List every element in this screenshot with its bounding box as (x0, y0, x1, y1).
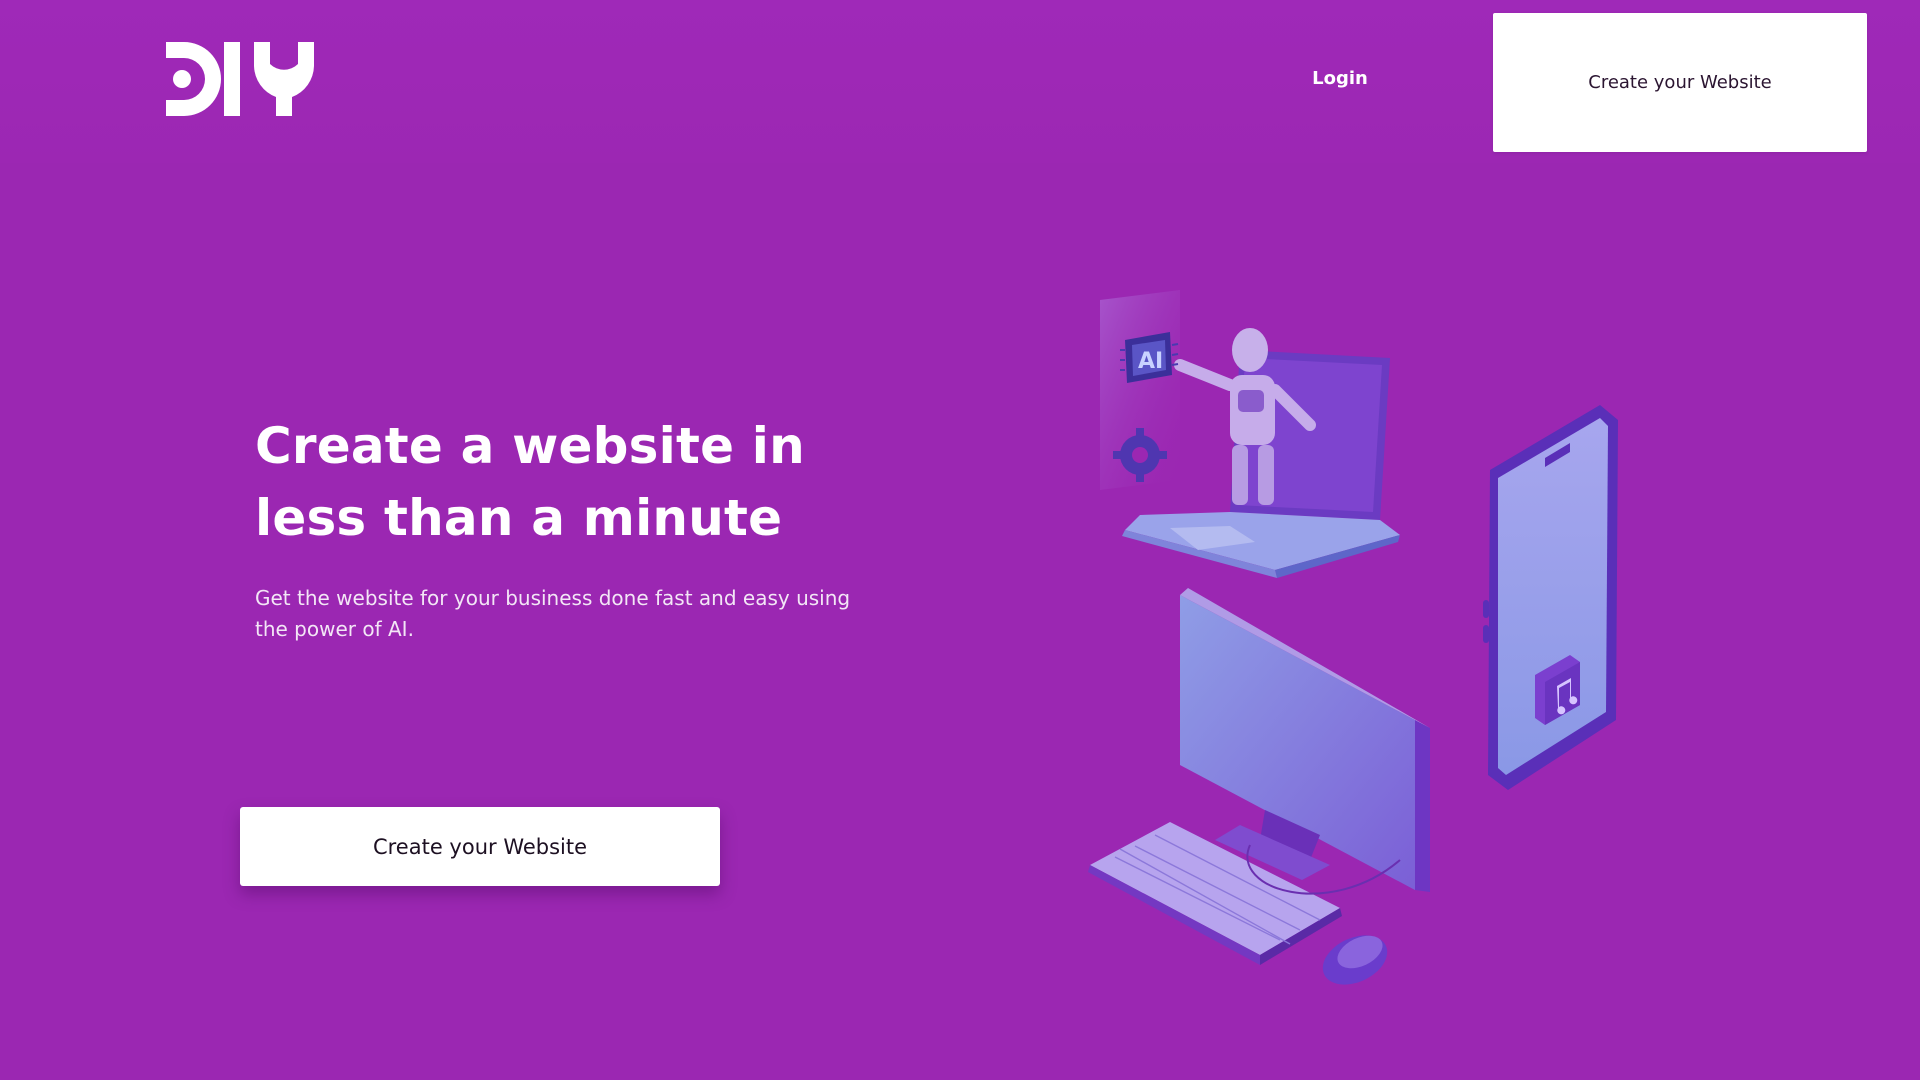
hero-subtitle: Get the website for your business done f… (255, 586, 851, 641)
devices-illustration: AI (1088, 290, 1618, 985)
site-header: Login Create your Website (0, 0, 1920, 163)
logo-mark-icon (166, 42, 314, 116)
header-create-website-button[interactable]: Create your Website (1493, 13, 1867, 152)
login-link[interactable]: Login (1290, 68, 1390, 89)
hero-illustration: AI (1080, 280, 1700, 1000)
diy-logo[interactable] (166, 42, 314, 116)
chip-label: AI (1138, 349, 1163, 374)
phone-icon (1483, 405, 1618, 790)
hero-title: Create a website in less than a minute (255, 417, 805, 547)
chip-icon: AI (1120, 332, 1179, 383)
mouse-icon (1322, 935, 1388, 985)
landing-page: Login Create your Website Create a websi… (0, 0, 1920, 1080)
hero-create-website-button[interactable]: Create your Website (240, 807, 720, 886)
